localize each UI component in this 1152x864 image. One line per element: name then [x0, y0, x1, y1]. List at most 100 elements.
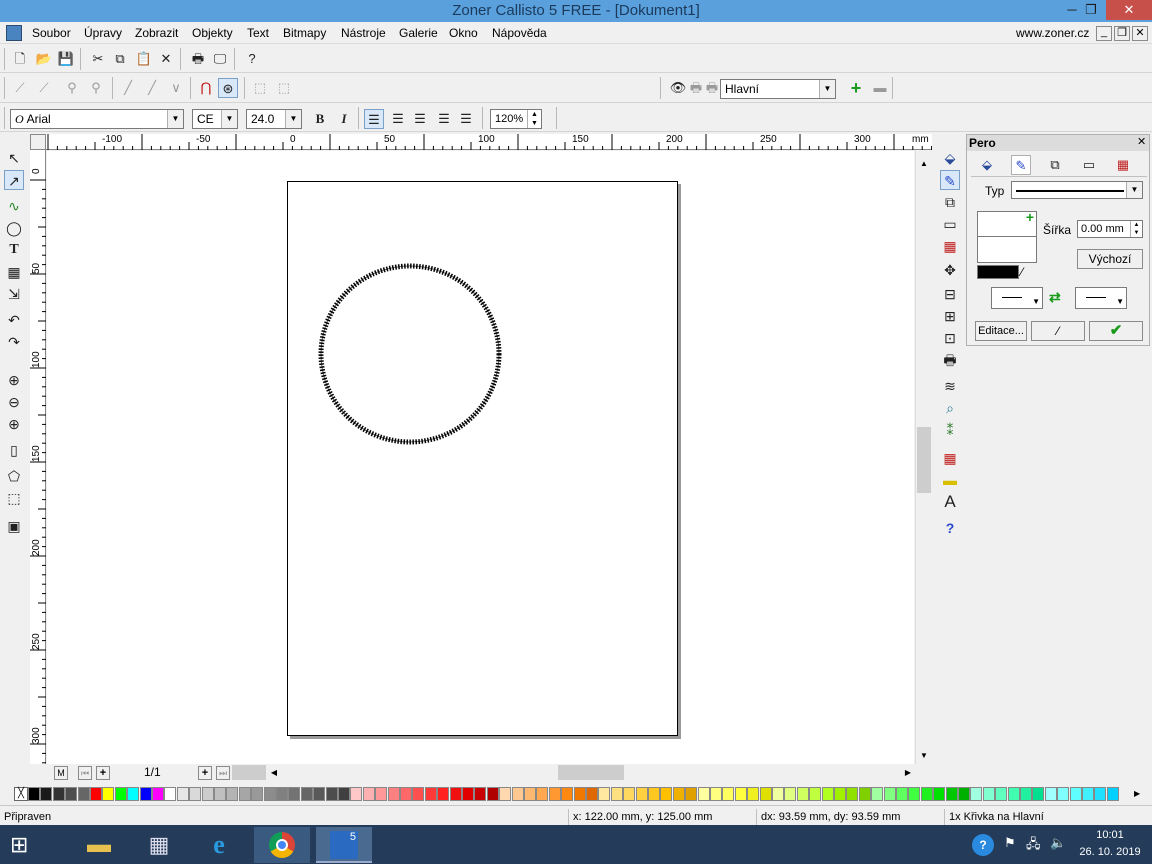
distribute-icon[interactable]: ⊞: [940, 306, 960, 326]
color-swatch[interactable]: [387, 787, 400, 801]
node-edit-icon[interactable]: ↗: [4, 170, 24, 190]
mdi-close-button[interactable]: ✕: [1132, 26, 1148, 41]
italic-icon[interactable]: I: [334, 109, 354, 129]
ellipse-tool-icon[interactable]: ◯: [4, 218, 24, 238]
line-start-select[interactable]: ▼: [991, 287, 1043, 309]
color-swatch[interactable]: [52, 787, 65, 801]
color-swatch[interactable]: [982, 787, 995, 801]
zoom-fit-icon[interactable]: ⊕: [4, 414, 24, 434]
zoom-selection-icon[interactable]: ⬚: [4, 488, 24, 508]
color-swatch[interactable]: [412, 787, 425, 801]
color-swatch[interactable]: [896, 787, 908, 801]
tray-flag-icon[interactable]: ⚑: [1004, 835, 1016, 851]
move-icon[interactable]: ✥: [940, 260, 960, 280]
color-swatch[interactable]: [635, 787, 648, 801]
close-button[interactable]: ✕: [1106, 0, 1152, 20]
color-swatch[interactable]: [350, 787, 363, 801]
color-swatch[interactable]: [772, 787, 784, 801]
color-swatch[interactable]: [375, 787, 388, 801]
mdi-minimize-button[interactable]: _: [1096, 26, 1112, 41]
color-swatch[interactable]: [586, 787, 598, 801]
smooth-node-icon[interactable]: ∨: [166, 78, 186, 98]
no-color-swatch[interactable]: ╳: [14, 787, 28, 801]
edit-button[interactable]: Editace...: [975, 321, 1027, 341]
internet-explorer-icon[interactable]: e: [192, 827, 246, 863]
color-swatch[interactable]: [1057, 787, 1070, 801]
color-swatch[interactable]: [338, 787, 350, 801]
color-swatch[interactable]: [1094, 787, 1107, 801]
font-select[interactable]: O Arial ▼: [10, 109, 184, 129]
color-swatch[interactable]: [499, 787, 512, 801]
color-swatch[interactable]: [263, 787, 276, 801]
copy-icon[interactable]: ⧉: [110, 49, 130, 69]
transparency-icon[interactable]: ⧉: [940, 192, 960, 212]
eyedropper-button[interactable]: ⁄: [1031, 321, 1085, 341]
ruler-corner-icon[interactable]: [30, 134, 46, 150]
zoom-objects-icon[interactable]: ⬠: [4, 466, 24, 486]
menu-9[interactable]: Nápověda: [490, 22, 549, 44]
tab-shadow-icon[interactable]: ▭: [1079, 155, 1099, 175]
text-tool-icon[interactable]: T: [4, 240, 24, 260]
color-swatch[interactable]: [486, 787, 499, 801]
force-justify-icon[interactable]: ☰: [456, 109, 476, 129]
calculator-icon[interactable]: ▦: [132, 827, 186, 863]
transform2-icon[interactable]: ⬚: [274, 78, 294, 98]
menu-3[interactable]: Objekty: [190, 22, 235, 44]
color-swatch[interactable]: [1044, 787, 1057, 801]
color-swatch[interactable]: [734, 787, 747, 801]
color-swatch[interactable]: [858, 787, 871, 801]
layer-select[interactable]: Hlavní ▼: [720, 79, 836, 99]
tab-fill-icon[interactable]: ⬙: [977, 155, 997, 175]
color-swatch[interactable]: [536, 787, 549, 801]
color-swatch[interactable]: [164, 787, 177, 801]
color-grid-icon[interactable]: ▦: [940, 236, 960, 256]
color-swatch[interactable]: [201, 787, 214, 801]
size-icon[interactable]: ⊡: [940, 328, 960, 348]
snap-icon[interactable]: ⊛: [218, 78, 238, 98]
import-icon[interactable]: ⇲: [4, 284, 24, 304]
color-swatch[interactable]: [313, 787, 326, 801]
color-swatch[interactable]: [610, 787, 623, 801]
redo-icon[interactable]: ↷: [4, 332, 24, 352]
scroll-left-icon[interactable]: ◀: [268, 765, 280, 780]
color-swatch[interactable]: [462, 787, 474, 801]
print-setup-icon[interactable]: 🖶: [940, 350, 960, 370]
color-swatch[interactable]: [945, 787, 958, 801]
align-icon[interactable]: ⊟: [940, 284, 960, 304]
swap-arrows-icon[interactable]: ⇄: [1049, 289, 1061, 306]
node-break-icon[interactable]: ⚲: [86, 78, 106, 98]
color-swatch[interactable]: [846, 787, 859, 801]
menu-0[interactable]: Soubor: [30, 22, 73, 44]
color-swatch[interactable]: [511, 787, 524, 801]
color-swatch[interactable]: [623, 787, 636, 801]
color-swatch[interactable]: [561, 787, 574, 801]
color-swatch[interactable]: [127, 787, 140, 801]
color-swatch[interactable]: [1032, 787, 1045, 801]
color-swatch[interactable]: [77, 787, 90, 801]
table-tool-icon[interactable]: ▦: [4, 262, 24, 282]
layer-lock-icon[interactable]: 🖶: [702, 78, 722, 98]
view-mode-icon[interactable]: ▣: [4, 516, 24, 536]
color-swatch[interactable]: [474, 787, 487, 801]
color-swatch[interactable]: [747, 787, 760, 801]
scroll-up-icon[interactable]: ▲: [916, 155, 932, 173]
line-spacing-spinner[interactable]: 120% ▲ ▼: [490, 109, 542, 129]
cut-icon[interactable]: ✂: [88, 49, 108, 69]
menu-4[interactable]: Text: [245, 22, 271, 44]
color-swatch[interactable]: [920, 787, 933, 801]
add-color-icon[interactable]: +: [1024, 210, 1036, 224]
zoom-out-icon[interactable]: ⊖: [4, 392, 24, 412]
color-swatch[interactable]: [883, 787, 896, 801]
color-swatch[interactable]: [449, 787, 462, 801]
gallery-folder-icon[interactable]: ▬: [940, 470, 960, 490]
zoom-in-icon[interactable]: ⊕: [4, 370, 24, 390]
document-icon[interactable]: [6, 25, 22, 41]
transform-icon[interactable]: ⬚: [250, 78, 270, 98]
color-swatch[interactable]: [759, 787, 772, 801]
master-page-button[interactable]: M: [54, 766, 68, 780]
menu-6[interactable]: Nástroje: [339, 22, 388, 44]
color-swatch[interactable]: [40, 787, 53, 801]
line-type-select[interactable]: ▼: [1011, 181, 1143, 199]
pen-tool-icon[interactable]: ✎: [940, 170, 960, 190]
align-center-icon[interactable]: ☰: [388, 109, 408, 129]
